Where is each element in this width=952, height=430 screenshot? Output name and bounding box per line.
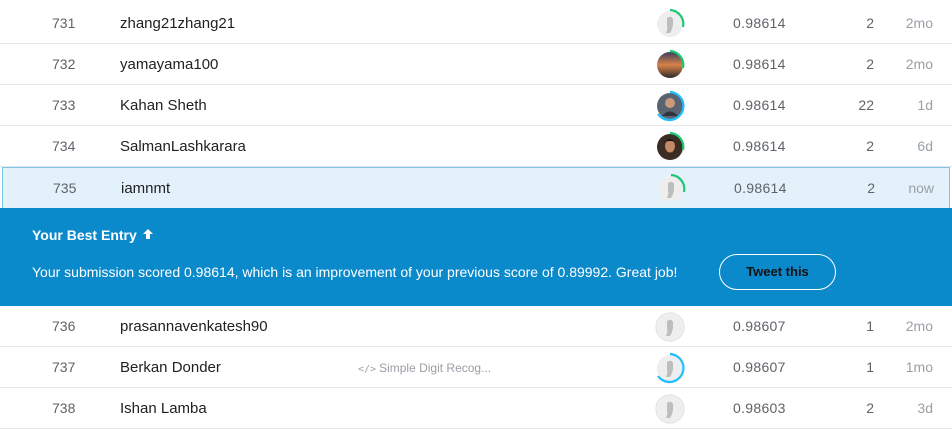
rank: 734 (52, 138, 76, 154)
leaderboard-row[interactable]: 733 Kahan Sheth 0.98614 22 1d (0, 85, 952, 126)
avatar[interactable] (654, 49, 686, 81)
avatar[interactable] (654, 311, 686, 343)
last-submission: 1mo (905, 359, 933, 375)
leaderboard-row[interactable]: 738 Ishan Lamba 0.98603 2 3d (0, 388, 952, 429)
leaderboard-row[interactable]: 737 Berkan Donder </> Simple Digit Recog.… (0, 347, 952, 388)
last-submission: now (908, 180, 934, 196)
leaderboard-row[interactable]: 736 prasannavenkatesh90 0.98607 1 2mo (0, 306, 952, 347)
rank: 735 (53, 180, 77, 196)
notebook-link[interactable]: </> Simple Digit Recog... (358, 361, 491, 375)
score: 0.98614 (733, 97, 786, 113)
entries-count: 1 (866, 318, 874, 334)
rank: 738 (52, 400, 76, 416)
rank: 737 (52, 359, 76, 375)
entries-count: 2 (866, 138, 874, 154)
last-submission: 3d (917, 400, 933, 416)
score: 0.98607 (733, 359, 786, 375)
rank: 731 (52, 15, 76, 31)
tweet-button[interactable]: Tweet this (719, 254, 836, 290)
team-name[interactable]: Kahan Sheth (120, 97, 207, 114)
avatar[interactable] (654, 352, 686, 384)
entries-count: 1 (866, 359, 874, 375)
banner-title-text: Your Best Entry (32, 227, 137, 243)
score: 0.98607 (733, 318, 786, 334)
banner-message: Your submission scored 0.98614, which is… (32, 264, 678, 280)
avatar[interactable] (654, 393, 686, 425)
entries-count: 2 (866, 56, 874, 72)
score: 0.98614 (733, 56, 786, 72)
leaderboard-row[interactable]: 731 zhang21zhang21 0.98614 2 2mo (0, 3, 952, 44)
team-name[interactable]: zhang21zhang21 (120, 15, 235, 32)
team-name[interactable]: SalmanLashkarara (120, 138, 246, 155)
last-submission: 2mo (905, 15, 933, 31)
rank: 732 (52, 56, 76, 72)
team-name[interactable]: prasannavenkatesh90 (120, 318, 268, 335)
entries-count: 2 (866, 400, 874, 416)
code-icon: </> (358, 364, 377, 375)
rank: 736 (52, 318, 76, 334)
team-name[interactable]: Ishan Lamba (120, 400, 207, 417)
score: 0.98614 (734, 180, 787, 196)
last-submission: 1d (917, 97, 933, 113)
last-submission: 6d (917, 138, 933, 154)
entries-count: 22 (858, 97, 874, 113)
last-submission: 2mo (905, 56, 933, 72)
best-entry-banner: Your Best Entry Your submission scored 0… (0, 208, 952, 306)
score: 0.98603 (733, 400, 786, 416)
score: 0.98614 (733, 138, 786, 154)
arrow-up-icon (142, 227, 154, 243)
current-user-row[interactable]: 735 iamnmt 0.98614 2 now (2, 167, 950, 209)
banner-title: Your Best Entry (32, 227, 154, 243)
team-name[interactable]: yamayama100 (120, 56, 218, 73)
team-name[interactable]: iamnmt (121, 180, 170, 197)
leaderboard-row[interactable]: 734 SalmanLashkarara 0.98614 2 6d (0, 126, 952, 167)
last-submission: 2mo (905, 318, 933, 334)
notebook-title: Simple Digit Recog... (379, 361, 492, 375)
avatar[interactable] (654, 90, 686, 122)
entries-count: 2 (866, 15, 874, 31)
team-name[interactable]: Berkan Donder (120, 359, 221, 376)
rank: 733 (52, 97, 76, 113)
avatar[interactable] (654, 131, 686, 163)
avatar[interactable] (655, 173, 687, 205)
avatar[interactable] (654, 8, 686, 40)
entries-count: 2 (867, 180, 875, 196)
score: 0.98614 (733, 15, 786, 31)
leaderboard-row[interactable]: 732 yamayama100 0.98614 2 2mo (0, 44, 952, 85)
